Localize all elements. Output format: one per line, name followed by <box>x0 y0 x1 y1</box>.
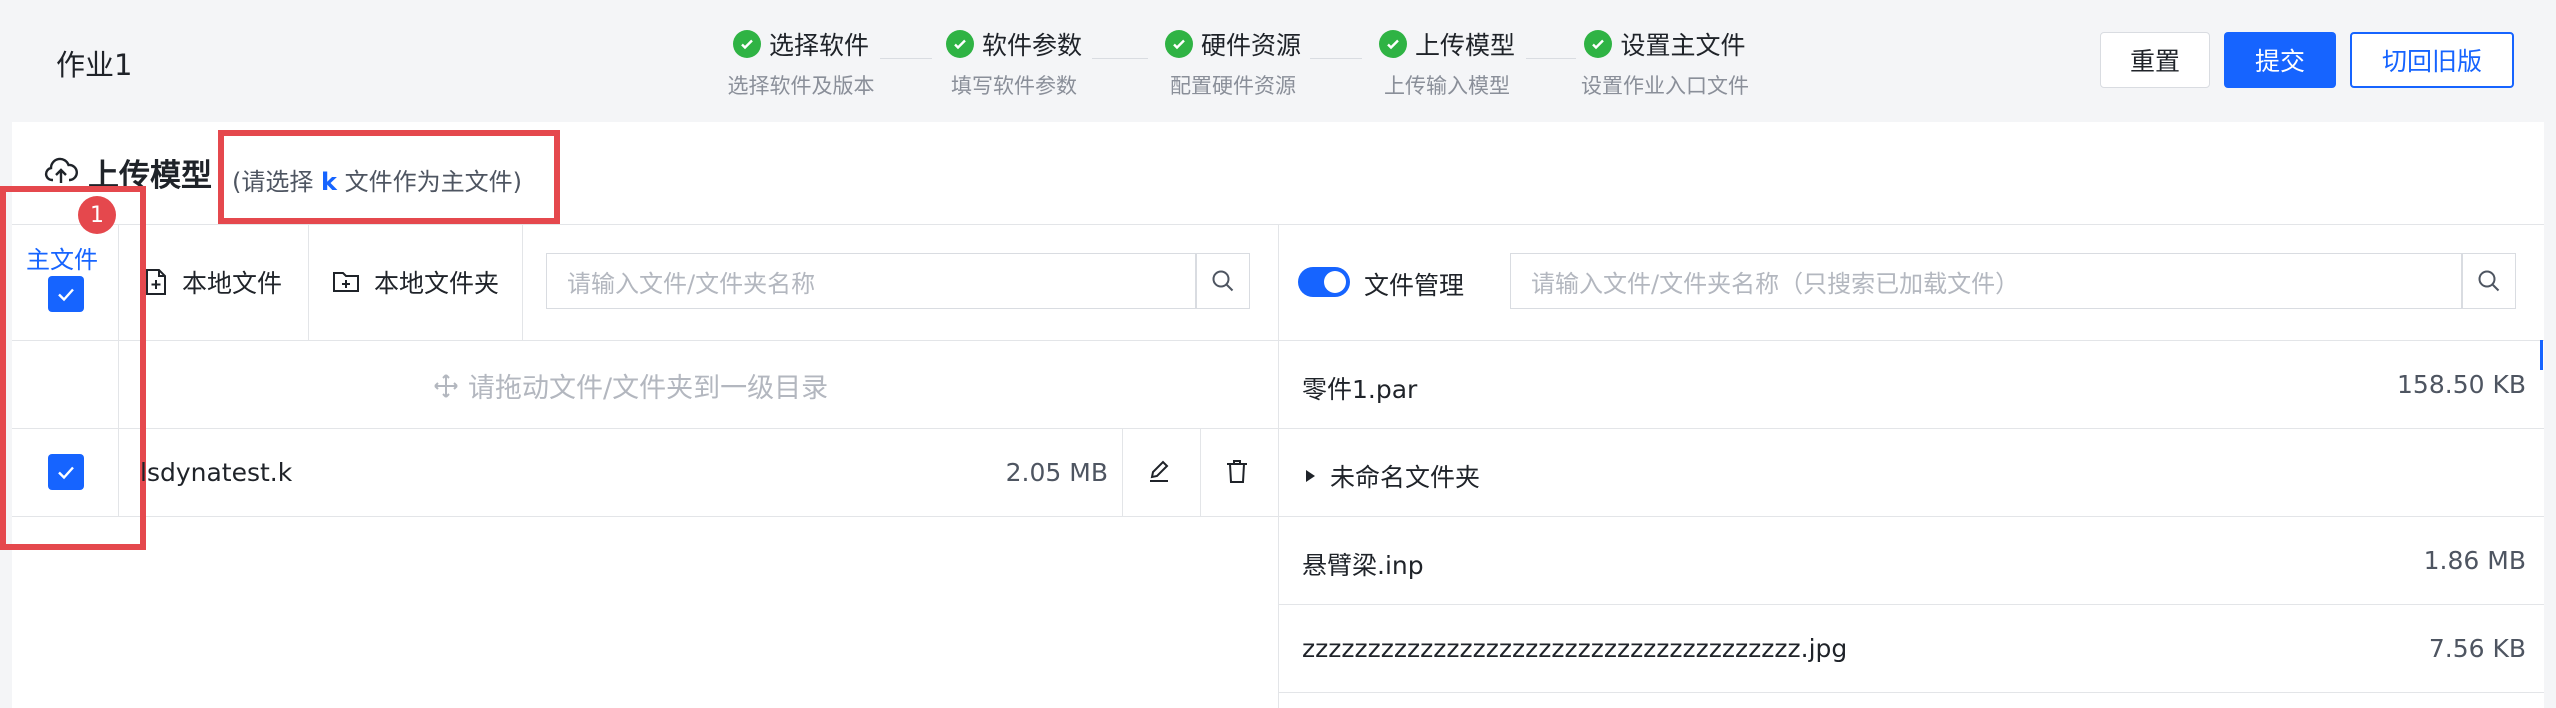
step-subtitle: 上传输入模型 <box>1384 74 1510 98</box>
hint-suffix: 文件作为主文件) <box>344 168 522 196</box>
rename-button[interactable] <box>1144 456 1174 490</box>
divider <box>308 224 309 340</box>
checkmark-icon <box>58 466 74 480</box>
manager-file-name[interactable]: 零件1.par <box>1302 370 1417 406</box>
check-circle-icon <box>1584 30 1613 58</box>
upload-title-row: 上传模型 <box>44 150 212 195</box>
toggle-knob <box>1324 271 1346 293</box>
uploaded-file-size: 2.05 MB <box>1005 458 1108 487</box>
delete-button[interactable] <box>1222 456 1252 490</box>
search-icon <box>2478 270 2500 292</box>
step-software-params[interactable]: 软件参数 填写软件参数 <box>944 26 1084 100</box>
drag-move-icon <box>434 373 458 398</box>
folder-add-icon <box>333 272 359 292</box>
divider <box>1278 516 2544 517</box>
check-circle-icon <box>945 30 974 58</box>
step-connector <box>880 58 932 59</box>
hint-extension: k <box>321 168 337 196</box>
select-all-main-file-checkbox[interactable] <box>48 276 84 312</box>
divider <box>1200 428 1201 516</box>
divider <box>1122 428 1123 516</box>
upload-title: 上传模型 <box>88 158 212 194</box>
upload-search-button[interactable] <box>1196 253 1250 309</box>
drop-zone[interactable]: 请拖动文件/文件夹到一级目录 <box>432 366 828 405</box>
check-circle-icon <box>1378 30 1407 58</box>
reset-button[interactable]: 重置 <box>2100 32 2210 88</box>
main-file-hint: (请选择 k 文件作为主文件) <box>232 162 522 197</box>
step-hardware[interactable]: 硬件资源 配置硬件资源 <box>1158 26 1308 100</box>
local-file-button[interactable]: 本地文件 <box>144 264 282 300</box>
manager-folder-row[interactable]: 未命名文件夹 <box>1302 458 1480 494</box>
upload-search-input[interactable]: 请输入文件/文件夹名称 <box>546 253 1196 309</box>
manager-file-size: 158.50 KB <box>2397 370 2526 399</box>
file-manager-toggle[interactable] <box>1298 267 1350 297</box>
divider <box>118 224 119 516</box>
job-title: 作业1 <box>56 48 133 82</box>
step-title: 硬件资源 <box>1200 31 1301 60</box>
submit-button[interactable]: 提交 <box>2224 32 2336 88</box>
step-set-main-file[interactable]: 设置主文件 设置作业入口文件 <box>1574 26 1756 100</box>
step-subtitle: 填写软件参数 <box>951 74 1077 98</box>
divider <box>12 516 1278 517</box>
manager-search-input[interactable]: 请输入文件/文件夹名称（只搜索已加载文件） <box>1510 253 2462 309</box>
checkmark-icon <box>58 288 74 302</box>
local-file-label: 本地文件 <box>182 269 283 298</box>
manager-search-button[interactable] <box>2462 253 2516 309</box>
divider <box>1278 692 2544 693</box>
hint-prefix: (请选择 <box>232 168 314 196</box>
manager-file-name[interactable]: 悬臂梁.inp <box>1302 546 1424 582</box>
step-connector <box>1092 58 1148 59</box>
step-title: 上传模型 <box>1414 31 1515 60</box>
manager-file-size: 1.86 MB <box>2423 546 2526 575</box>
caret-right-icon[interactable] <box>1302 466 1320 486</box>
step-title: 软件参数 <box>981 31 1082 60</box>
manager-file-name[interactable]: zzzzzzzzzzzzzzzzzzzzzzzzzzzzzzzzzzzzzz.j… <box>1302 634 1847 663</box>
step-title: 设置主文件 <box>1620 31 1746 60</box>
uploaded-file-name: lsdynatest.k <box>140 458 293 487</box>
step-subtitle: 设置作业入口文件 <box>1581 74 1749 98</box>
local-folder-label: 本地文件夹 <box>374 269 500 298</box>
divider <box>1278 224 1279 708</box>
divider <box>522 224 523 340</box>
step-connector <box>1526 58 1576 59</box>
step-connector <box>1310 58 1362 59</box>
search-icon <box>1212 270 1234 292</box>
step-upload-model[interactable]: 上传模型 上传输入模型 <box>1372 26 1522 100</box>
step-title: 选择软件 <box>768 31 869 60</box>
local-folder-button[interactable]: 本地文件夹 <box>332 264 499 300</box>
manager-folder-name: 未命名文件夹 <box>1330 463 1481 492</box>
divider <box>1278 604 2544 605</box>
manager-file-size: 7.56 KB <box>2428 634 2526 663</box>
step-select-software[interactable]: 选择软件 选择软件及版本 <box>726 26 876 100</box>
switch-old-version-button[interactable]: 切回旧版 <box>2350 32 2514 88</box>
main-file-checkbox[interactable] <box>48 454 84 490</box>
cloud-upload-icon <box>44 156 78 190</box>
edit-icon <box>1150 460 1169 482</box>
drop-hint-text: 请拖动文件/文件夹到一级目录 <box>468 373 829 404</box>
check-circle-icon <box>732 30 761 58</box>
file-add-icon <box>146 269 166 295</box>
step-subtitle: 选择软件及版本 <box>727 74 875 98</box>
scrollbar-indicator[interactable] <box>2540 340 2543 370</box>
annotation-badge: 1 <box>78 196 116 234</box>
check-circle-icon <box>1164 30 1193 58</box>
file-manager-label: 文件管理 <box>1364 271 1465 300</box>
main-file-column-header: 主文件 <box>26 246 98 274</box>
step-subtitle: 配置硬件资源 <box>1170 74 1296 98</box>
trash-icon <box>1227 460 1247 483</box>
